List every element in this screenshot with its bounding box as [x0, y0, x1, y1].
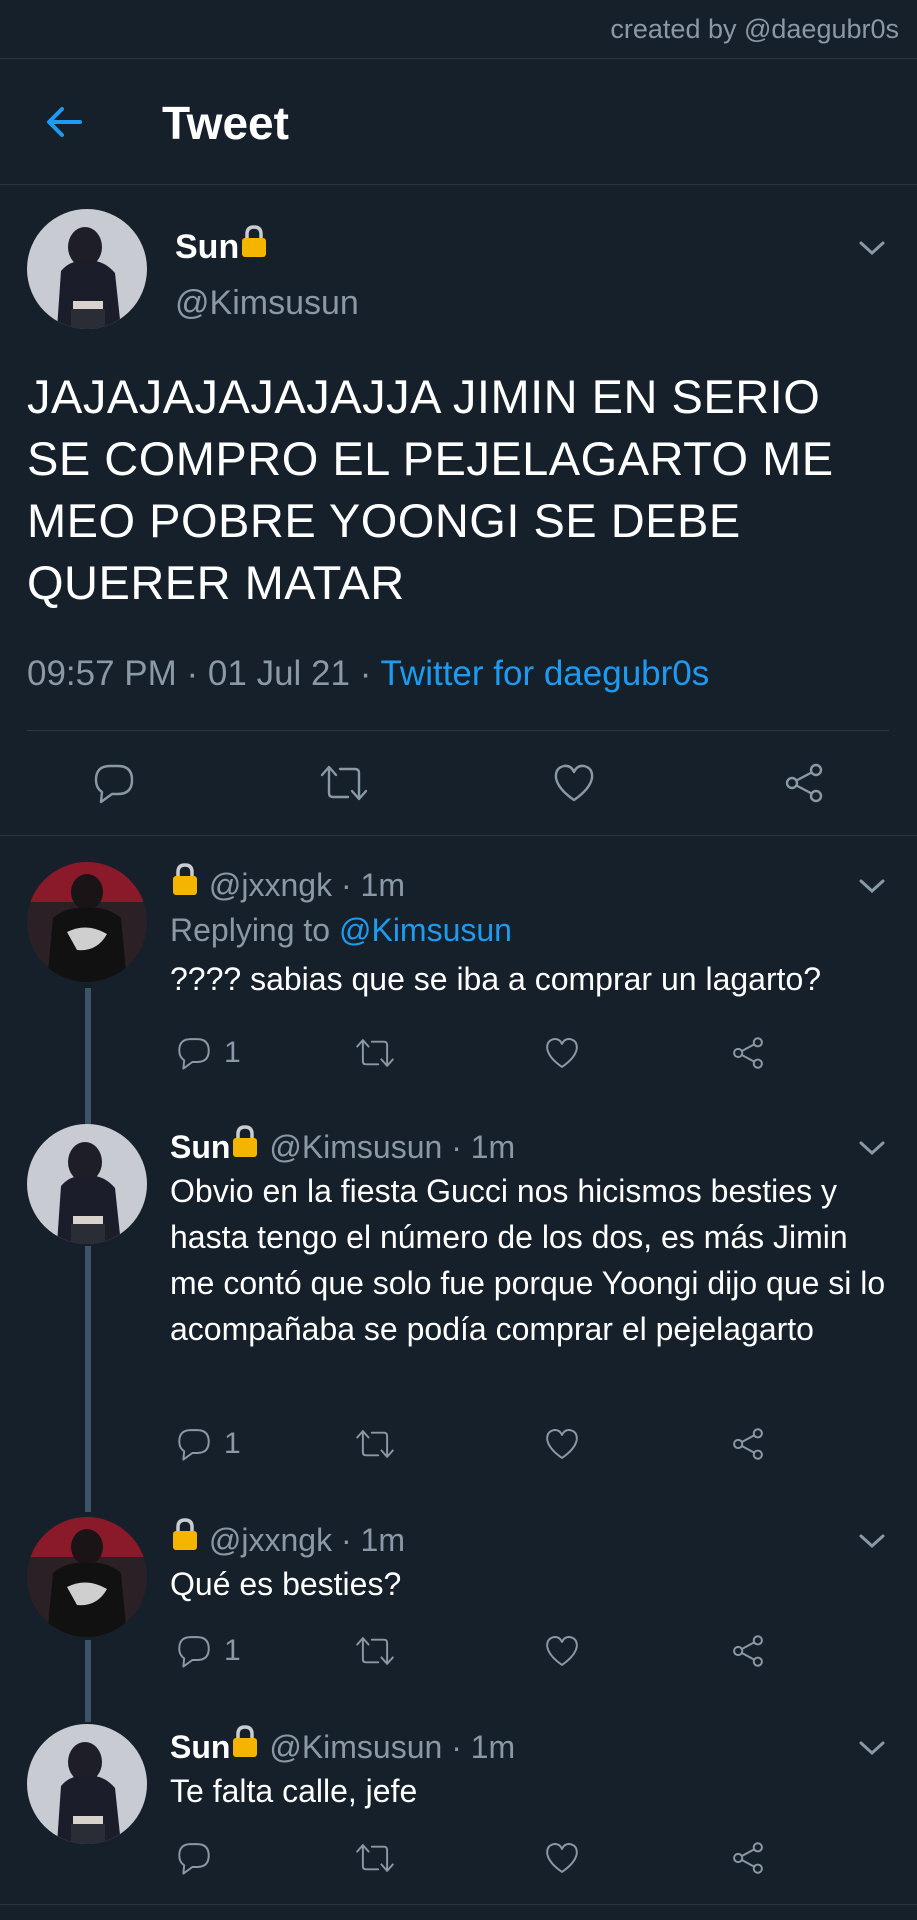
- chevron-down-icon[interactable]: [857, 1531, 887, 1551]
- avatar[interactable]: [27, 1124, 147, 1244]
- share-icon[interactable]: [782, 761, 826, 805]
- heart-icon[interactable]: [544, 1035, 580, 1071]
- reply-tweet[interactable]: @jxxngk · 1m Replying to @Kimsusun ???? …: [0, 862, 917, 1102]
- tweet-actions: 1: [0, 1633, 917, 1673]
- page-title: Tweet: [162, 97, 289, 149]
- reply-icon[interactable]: [176, 1840, 212, 1876]
- tweet-actions: [0, 1840, 917, 1880]
- reply-tweet[interactable]: Sun @Kimsusun · 1m Obvio en la fiesta Gu…: [0, 1124, 917, 1464]
- replying-to: Replying to @Kimsusun: [170, 912, 512, 948]
- heart-icon[interactable]: [544, 1840, 580, 1876]
- reply-icon[interactable]: 1: [176, 1633, 241, 1669]
- reply-header: Sun @Kimsusun · 1m: [170, 1724, 515, 1766]
- heart-icon[interactable]: [552, 761, 596, 805]
- share-icon[interactable]: [730, 1426, 766, 1462]
- reply-tweet[interactable]: Sun @Kimsusun · 1m Te falta calle, jefe: [0, 1724, 917, 1875]
- tweet-date: 01 Jul 21: [207, 654, 350, 693]
- app-header: Tweet: [0, 58, 917, 185]
- reply-count: 1: [224, 1634, 241, 1667]
- lock-icon: [170, 862, 200, 904]
- reply-icon[interactable]: 1: [176, 1035, 241, 1071]
- lock-icon: [230, 1124, 260, 1166]
- reply-header: Sun @Kimsusun · 1m: [170, 1124, 515, 1166]
- retweet-icon[interactable]: [354, 1035, 396, 1071]
- author-name[interactable]: Sun: [170, 1129, 230, 1165]
- reply-tweet[interactable]: @jxxngk · 1m Qué es besties? 1: [0, 1517, 917, 1668]
- tweet-text: ???? sabias que se iba a comprar un laga…: [170, 961, 822, 997]
- lock-icon: [170, 1517, 200, 1559]
- retweet-icon[interactable]: [354, 1633, 396, 1669]
- avatar[interactable]: [27, 1724, 147, 1844]
- heart-icon[interactable]: [544, 1426, 580, 1462]
- main-tweet: Sun @Kimsusun JAJAJAJAJAJAJJA JIMIN EN S…: [0, 186, 917, 836]
- tweet-text: Obvio en la fiesta Gucci nos hicismos be…: [170, 1173, 886, 1347]
- reply-header: @jxxngk · 1m: [170, 862, 405, 904]
- share-icon[interactable]: [730, 1633, 766, 1669]
- retweet-icon[interactable]: [354, 1840, 396, 1876]
- tweet-time: 09:57 PM: [27, 654, 177, 693]
- tweet-age: 1m: [360, 1522, 405, 1558]
- chevron-down-icon[interactable]: [857, 238, 887, 258]
- share-icon[interactable]: [730, 1840, 766, 1876]
- tweet-age: 1m: [470, 1729, 516, 1765]
- mention-link[interactable]: @Kimsusun: [339, 912, 512, 948]
- chevron-down-icon[interactable]: [857, 876, 887, 896]
- tweet-text: Qué es besties?: [170, 1566, 402, 1602]
- reply-count: 1: [224, 1427, 241, 1460]
- tweet-age: 1m: [470, 1129, 516, 1165]
- tweet-actions: 1: [0, 1426, 917, 1466]
- share-icon[interactable]: [730, 1035, 766, 1071]
- author-name[interactable]: Sun: [175, 224, 269, 267]
- author-name[interactable]: Sun: [170, 1729, 230, 1765]
- heart-icon[interactable]: [544, 1633, 580, 1669]
- lock-icon: [239, 224, 269, 267]
- avatar[interactable]: [27, 1517, 147, 1637]
- chevron-down-icon[interactable]: [857, 1738, 887, 1758]
- reply-count: 1: [224, 1036, 241, 1069]
- avatar[interactable]: [27, 209, 147, 329]
- reply-icon[interactable]: [92, 761, 136, 805]
- tweet-actions: 1: [0, 1035, 917, 1075]
- avatar[interactable]: [27, 862, 147, 982]
- divider: [0, 1904, 917, 1905]
- tweet-actions: [0, 731, 917, 835]
- tweet-text: Te falta calle, jefe: [170, 1773, 418, 1809]
- tweet-source[interactable]: Twitter for daegubr0s: [380, 654, 709, 693]
- credit-watermark: created by @daegubr0s: [610, 14, 899, 44]
- author-handle[interactable]: @Kimsusun: [175, 284, 359, 323]
- author-handle[interactable]: @Kimsusun: [269, 1729, 442, 1765]
- lock-icon: [230, 1724, 260, 1766]
- tweet-age: 1m: [360, 867, 405, 903]
- author-handle[interactable]: @jxxngk: [209, 867, 332, 903]
- reply-icon[interactable]: 1: [176, 1426, 241, 1462]
- arrow-left-icon[interactable]: [40, 98, 88, 146]
- tweet-text: JAJAJAJAJAJAJJA JIMIN EN SERIO SE COMPRO…: [27, 370, 834, 609]
- chevron-down-icon[interactable]: [857, 1138, 887, 1158]
- tweet-meta: 09:57 PM · 01 Jul 21 · Twitter for daegu…: [27, 654, 710, 693]
- author-handle[interactable]: @jxxngk: [209, 1522, 332, 1558]
- retweet-icon[interactable]: [318, 761, 370, 805]
- reply-header: @jxxngk · 1m: [170, 1517, 405, 1559]
- retweet-icon[interactable]: [354, 1426, 396, 1462]
- author-handle[interactable]: @Kimsusun: [269, 1129, 442, 1165]
